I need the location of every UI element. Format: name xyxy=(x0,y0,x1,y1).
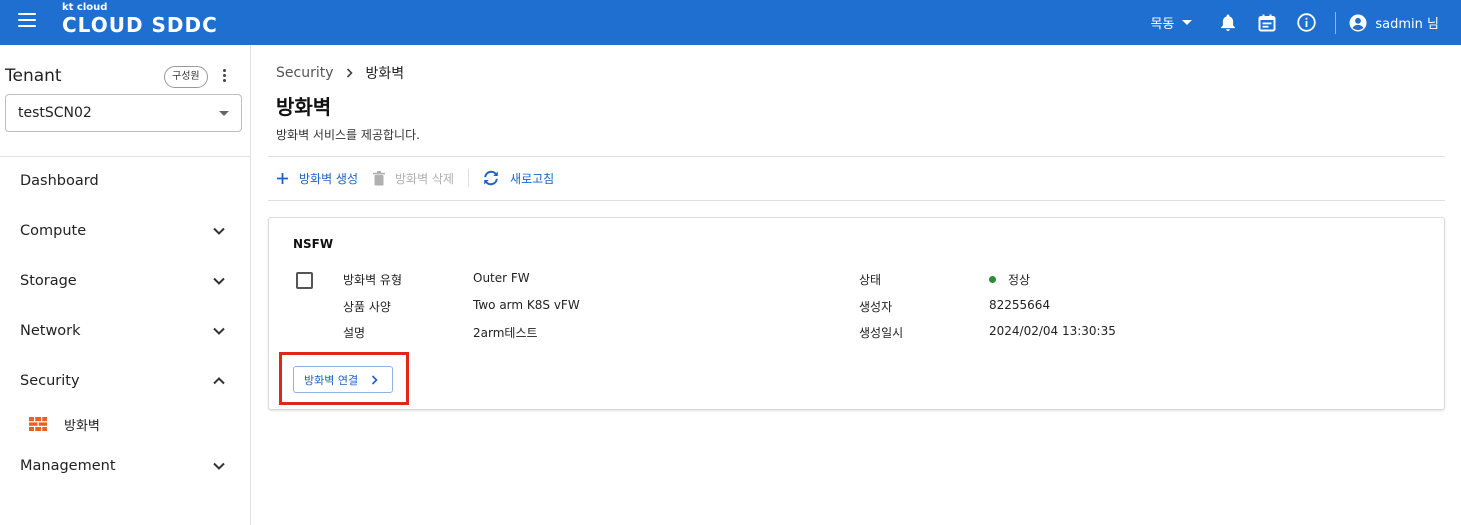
sidebar-item-network[interactable]: Network xyxy=(0,312,250,352)
refresh-icon xyxy=(484,170,498,186)
sidebar-divider xyxy=(0,156,250,157)
sidebar-item-security[interactable]: Security xyxy=(0,362,250,402)
field-key: 상품 사양 xyxy=(343,300,391,314)
field-key: 방화벽 유형 xyxy=(343,273,403,287)
logo[interactable]: kt cloud CLOUD SDDC xyxy=(62,2,218,37)
sidebar-item-label: Network xyxy=(20,323,81,339)
connect-firewall-label: 방화벽 연결 xyxy=(304,373,359,387)
breadcrumb-parent[interactable]: Security xyxy=(276,65,334,81)
toolbar: 방화벽 생성 방화벽 삭제 새로고침 xyxy=(276,166,554,190)
chevron-down-icon xyxy=(213,327,225,335)
breadcrumb-current: 방화벽 xyxy=(365,66,405,82)
info-icon[interactable] xyxy=(1296,13,1316,33)
toolbar-divider xyxy=(468,169,470,187)
trash-icon xyxy=(373,170,386,185)
field-value: Two arm K8S vFW xyxy=(473,298,580,312)
firewall-name: NSFW xyxy=(293,237,334,251)
refresh-button[interactable]: 새로고침 xyxy=(482,170,554,187)
region-label: 목동 xyxy=(1150,17,1175,32)
more-vert-icon[interactable] xyxy=(219,69,229,85)
sidebar-item-dashboard[interactable]: Dashboard xyxy=(0,162,250,202)
sidebar-item-label: Security xyxy=(20,373,80,389)
calendar-icon[interactable] xyxy=(1257,13,1277,33)
sidebar: Tenant 구성원 testSCN02 Dashboard Compute S… xyxy=(0,45,251,525)
status-value: 정상 xyxy=(989,271,1030,288)
logo-small: kt cloud xyxy=(62,2,108,13)
sidebar-item-label: Storage xyxy=(20,273,77,289)
breadcrumb: Security 방화벽 xyxy=(276,63,404,83)
tenant-label: Tenant xyxy=(5,66,62,86)
sidebar-subitem-firewall[interactable]: 방화벽 xyxy=(0,405,250,443)
chevron-right-icon xyxy=(346,68,353,78)
sidebar-item-management[interactable]: Management xyxy=(0,447,250,487)
divider xyxy=(1335,11,1337,34)
firewall-card: NSFW 방화벽 유형 Outer FW 상품 사양 Two arm K8S v… xyxy=(268,217,1445,410)
sidebar-item-storage[interactable]: Storage xyxy=(0,262,250,302)
logo-main: CLOUD SDDC xyxy=(62,13,218,37)
field-key: 생성자 xyxy=(859,300,893,314)
sidebar-item-label: Dashboard xyxy=(20,173,99,189)
region-select[interactable]: 목동 xyxy=(1150,13,1193,32)
page-title: 방화벽 xyxy=(276,95,332,119)
connect-firewall-button[interactable]: 방화벽 연결 xyxy=(293,366,393,393)
field-value: 2024/02/04 13:30:35 xyxy=(989,324,1116,338)
field-key: 생성일시 xyxy=(859,326,904,340)
caret-down-icon xyxy=(1182,20,1193,25)
refresh-label: 새로고침 xyxy=(510,171,555,186)
member-button[interactable]: 구성원 xyxy=(164,66,208,88)
create-firewall-label: 방화벽 생성 xyxy=(299,171,359,186)
delete-firewall-label: 방화벽 삭제 xyxy=(395,171,455,186)
bell-icon[interactable] xyxy=(1218,13,1238,33)
sidebar-item-label: Compute xyxy=(20,223,87,239)
field-key: 설명 xyxy=(343,326,366,340)
tenant-select[interactable]: testSCN02 xyxy=(5,94,242,132)
divider xyxy=(268,156,1445,157)
firewall-checkbox[interactable] xyxy=(296,272,313,289)
tenant-row: Tenant 구성원 xyxy=(5,65,240,89)
divider xyxy=(268,200,1445,201)
status-dot-icon xyxy=(989,276,996,283)
page-description: 방화벽 서비스를 제공합니다. xyxy=(276,128,420,142)
field-value: 2arm테스트 xyxy=(473,326,538,340)
chevron-right-icon xyxy=(371,375,378,385)
caret-down-icon xyxy=(219,111,229,116)
chevron-up-icon xyxy=(213,377,225,385)
user-name: sadmin 님 xyxy=(1375,17,1439,32)
menu-icon[interactable] xyxy=(18,13,36,29)
chevron-down-icon xyxy=(213,462,225,470)
status-text: 정상 xyxy=(1008,273,1031,287)
tenant-selected-value: testSCN02 xyxy=(18,105,92,121)
account-icon xyxy=(1349,14,1367,31)
top-bar: kt cloud CLOUD SDDC 목동 sadmin 님 xyxy=(0,0,1461,45)
chevron-down-icon xyxy=(213,277,225,285)
chevron-down-icon xyxy=(213,227,225,235)
user-menu[interactable]: sadmin 님 xyxy=(1349,13,1439,32)
firewall-icon xyxy=(29,417,47,431)
field-value: Outer FW xyxy=(473,271,530,285)
field-key: 상태 xyxy=(859,273,882,287)
sidebar-item-label: Management xyxy=(20,458,116,474)
field-value: 82255664 xyxy=(989,298,1051,312)
plus-icon xyxy=(277,172,288,184)
delete-firewall-button[interactable]: 방화벽 삭제 xyxy=(373,170,454,187)
sidebar-item-compute[interactable]: Compute xyxy=(0,212,250,252)
sidebar-subitem-label: 방화벽 xyxy=(64,419,100,434)
create-firewall-button[interactable]: 방화벽 생성 xyxy=(276,170,358,187)
